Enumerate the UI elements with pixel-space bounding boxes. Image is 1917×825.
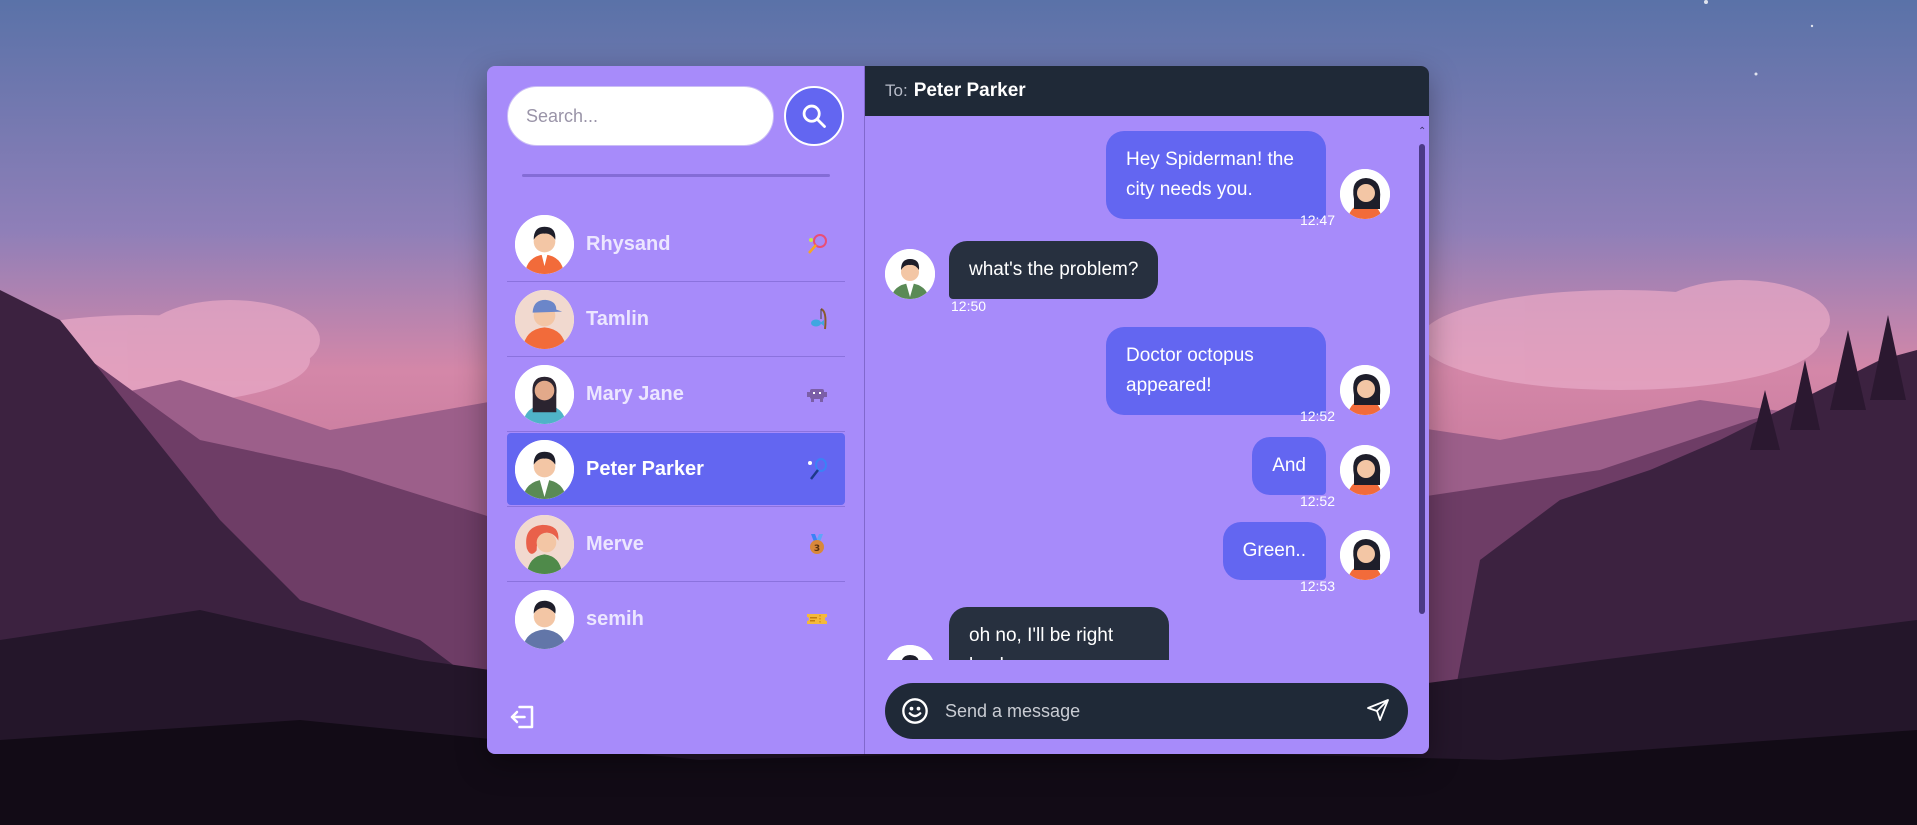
chat-header: To: Peter Parker xyxy=(865,66,1429,116)
message-bubble: oh no, I'll be right back xyxy=(949,607,1169,660)
avatar xyxy=(515,589,574,649)
svg-text:3: 3 xyxy=(814,544,820,554)
logout-button[interactable] xyxy=(507,702,539,734)
message-list: Hey Spiderman! the city needs you. 12:47… xyxy=(865,116,1428,660)
contact-name: Rhysand xyxy=(586,232,671,255)
message-outgoing: Green.. xyxy=(1222,522,1390,580)
avatar xyxy=(515,364,574,424)
scroll-thumb[interactable] xyxy=(1419,144,1425,614)
message-bubble: Hey Spiderman! the city needs you. xyxy=(1106,131,1326,219)
sender-avatar xyxy=(885,249,935,299)
message-outgoing: And xyxy=(1252,437,1390,495)
message-composer xyxy=(885,683,1408,739)
contact-name: Peter Parker xyxy=(586,457,704,480)
contact-item-tamlin[interactable]: Tamlin xyxy=(507,283,845,357)
sidebar-divider xyxy=(522,174,830,177)
contact-name: Tamlin xyxy=(586,307,649,330)
message-incoming: what's the problem? xyxy=(885,241,1159,299)
contact-list: Rhysand Tamlin Mary Jane Peter Parker Me… xyxy=(507,208,845,658)
search-icon xyxy=(802,104,826,128)
search-input[interactable] xyxy=(507,86,774,146)
contact-item-semih[interactable]: semih xyxy=(507,583,845,655)
space-invader-icon xyxy=(803,380,831,408)
search-bar xyxy=(507,86,844,146)
chat-app-window: Rhysand Tamlin xyxy=(487,66,1429,754)
recipient-name: Peter Parker xyxy=(913,80,1026,101)
message-time: 12:47 xyxy=(1299,212,1335,228)
message-bubble: Doctor octopus appeared! xyxy=(1106,327,1326,415)
avatar xyxy=(515,514,574,574)
recipient-label: To: xyxy=(885,81,908,100)
chat-panel: To: Peter Parker Hey Spiderman! the city… xyxy=(865,66,1429,754)
search-button[interactable] xyxy=(784,86,844,146)
fishing-rod-icon xyxy=(803,305,831,333)
contact-name: Mary Jane xyxy=(586,382,684,405)
sender-avatar xyxy=(1340,365,1390,415)
contact-item-merve[interactable]: Merve 3 xyxy=(507,508,845,582)
message-time: 12:50 xyxy=(951,298,987,314)
avatar xyxy=(515,439,574,499)
contact-item-rhysand[interactable]: Rhysand xyxy=(507,208,845,282)
scroll-down-arrow[interactable]: ⌄ xyxy=(1418,655,1426,660)
avatar xyxy=(515,289,574,349)
message-outgoing: Hey Spiderman! the city needs you. xyxy=(1106,131,1390,219)
tennis-racket-icon xyxy=(803,230,831,258)
sender-avatar xyxy=(1340,445,1390,495)
badminton-icon xyxy=(803,455,831,483)
message-time: 12:52 xyxy=(1299,493,1335,509)
emoji-button[interactable] xyxy=(901,697,929,725)
message-input[interactable] xyxy=(945,700,1366,722)
medal-icon: 3 xyxy=(803,530,831,558)
send-button[interactable] xyxy=(1366,698,1392,724)
ticket-icon xyxy=(803,605,831,633)
message-scrollbar[interactable]: ⌃ ⌄ xyxy=(1418,126,1426,660)
message-outgoing: Doctor octopus appeared! xyxy=(1106,327,1390,415)
contact-name: Merve xyxy=(586,532,644,555)
scroll-up-arrow[interactable]: ⌃ xyxy=(1418,126,1426,137)
avatar xyxy=(515,214,574,274)
contacts-sidebar: Rhysand Tamlin xyxy=(487,66,865,754)
contact-item-mary-jane[interactable]: Mary Jane xyxy=(507,358,845,432)
message-bubble: what's the problem? xyxy=(949,241,1159,299)
send-icon xyxy=(1367,699,1389,721)
sender-avatar xyxy=(1340,169,1390,219)
contact-item-peter-parker[interactable]: Peter Parker xyxy=(507,433,845,507)
message-bubble: Green.. xyxy=(1222,522,1326,580)
sender-avatar xyxy=(1340,530,1390,580)
contact-name: semih xyxy=(586,607,644,630)
message-time: 12:52 xyxy=(1299,408,1335,424)
message-incoming: oh no, I'll be right back xyxy=(885,607,1169,660)
message-bubble: And xyxy=(1252,437,1326,495)
logout-icon xyxy=(510,705,534,729)
smiley-icon xyxy=(902,698,928,724)
sender-avatar xyxy=(885,645,935,660)
message-time: 12:53 xyxy=(1299,578,1335,594)
